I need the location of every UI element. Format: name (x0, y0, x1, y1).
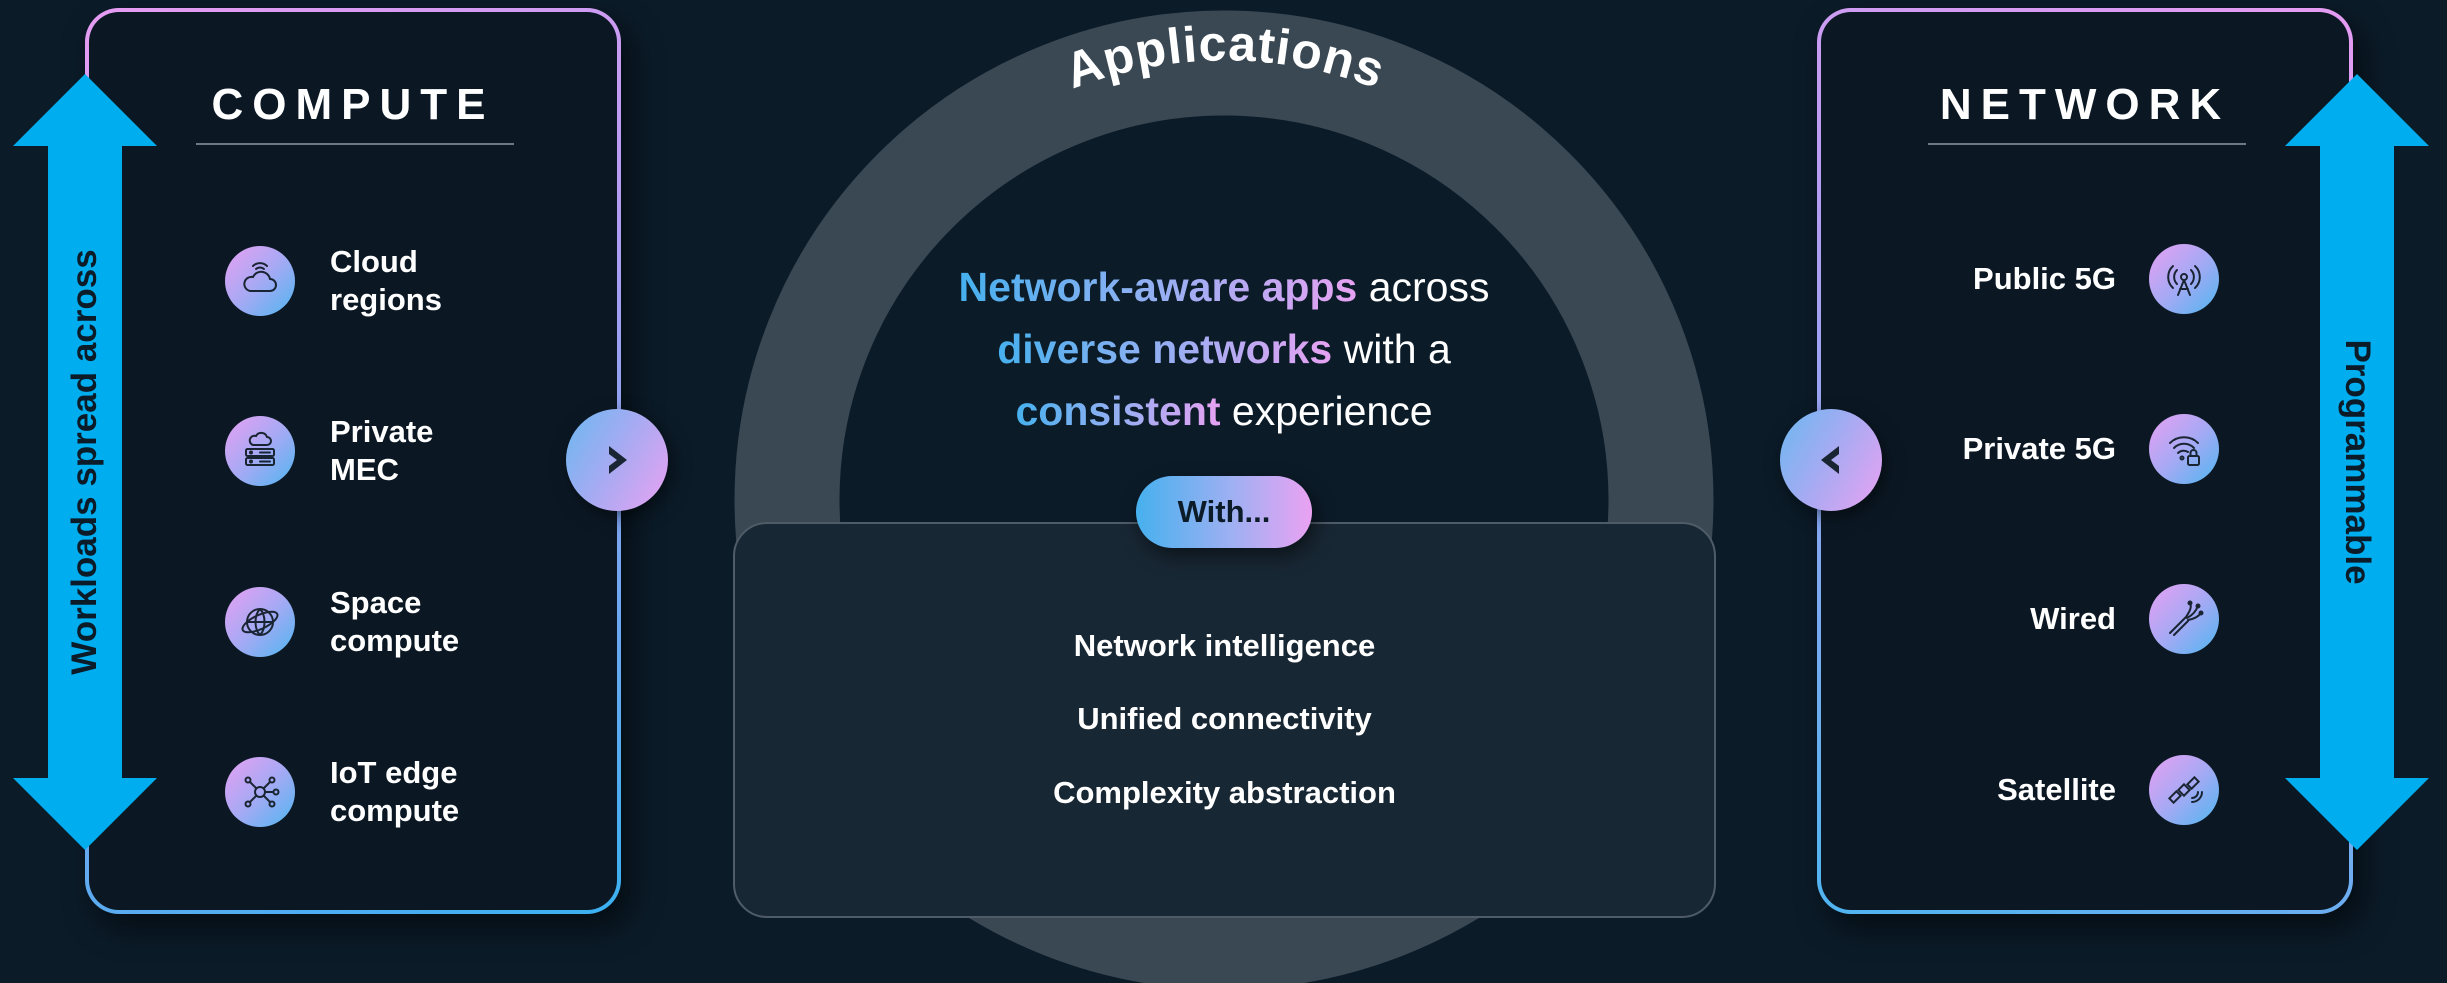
headline-emphasis-3: consistent (1015, 388, 1221, 434)
headline-text-1: across (1357, 264, 1490, 310)
satellite-icon (2149, 755, 2219, 825)
arc-title: Applications (1058, 15, 1393, 99)
compute-item-private-mec: Private MEC (225, 413, 510, 489)
network-item-wired: Wired (2030, 584, 2219, 654)
network-item-satellite: Satellite (1997, 755, 2219, 825)
fiber-cable-icon (2149, 584, 2219, 654)
network-panel: NETWORK Public 5G Private 5G Wired Satel… (1817, 8, 2353, 914)
globe-satellite-icon (225, 587, 295, 657)
compute-item-label: Cloud regions (330, 244, 442, 317)
compute-item-iot-edge: IoT edge compute (225, 754, 510, 830)
programmable-double-arrow: Programmable (2285, 74, 2429, 850)
chevron-right-icon (609, 446, 627, 474)
diagram-canvas: Applications Network-aware apps across d… (0, 0, 2447, 983)
network-title-divider (1928, 143, 2246, 145)
center-headline: Network-aware apps across diverse networ… (880, 256, 1568, 442)
network-item-label: Public 5G (1973, 261, 2116, 296)
chevron-left-icon (1821, 446, 1839, 474)
workloads-arrow-label: Workloads spread across (65, 249, 104, 675)
network-item-label: Wired (2030, 601, 2116, 636)
compute-item-space-compute: Space compute (225, 584, 510, 660)
compute-title-divider (196, 143, 514, 145)
hub-network-icon (225, 757, 295, 827)
feature-unified-connectivity: Unified connectivity (1077, 701, 1372, 736)
headline-text-3: experience (1220, 388, 1433, 434)
feature-complexity-abstraction: Complexity abstraction (1053, 775, 1396, 810)
cell-tower-icon (2149, 244, 2219, 314)
compute-panel: COMPUTE Cloud regions Private MEC Space … (85, 8, 621, 914)
network-item-public-5g: Public 5G (1973, 244, 2219, 314)
wifi-lock-icon (2149, 414, 2219, 484)
network-item-label: Private 5G (1962, 431, 2116, 466)
network-item-label: Satellite (1997, 772, 2116, 807)
network-title: NETWORK (1939, 80, 2231, 129)
feature-network-intelligence: Network intelligence (1073, 628, 1376, 663)
programmable-arrow-label: Programmable (2338, 339, 2377, 585)
compute-title: COMPUTE (211, 80, 495, 129)
compute-item-label: IoT edge compute (330, 755, 460, 828)
workloads-double-arrow: Workloads spread across (13, 74, 157, 850)
chevron-right-button[interactable] (566, 409, 668, 511)
cloud-signal-icon (225, 246, 295, 316)
chevron-left-button[interactable] (1780, 409, 1882, 511)
compute-item-cloud-regions: Cloud regions (225, 243, 510, 319)
headline-text-2: with a (1332, 326, 1451, 372)
headline-emphasis-1: Network-aware apps (958, 264, 1358, 310)
with-pill: With... (1136, 476, 1312, 548)
cloud-server-icon (225, 416, 295, 486)
headline-emphasis-2: diverse networks (997, 326, 1333, 372)
compute-item-label: Space compute (330, 585, 460, 658)
network-item-private-5g: Private 5G (1963, 414, 2219, 484)
compute-item-label: Private MEC (330, 414, 434, 487)
